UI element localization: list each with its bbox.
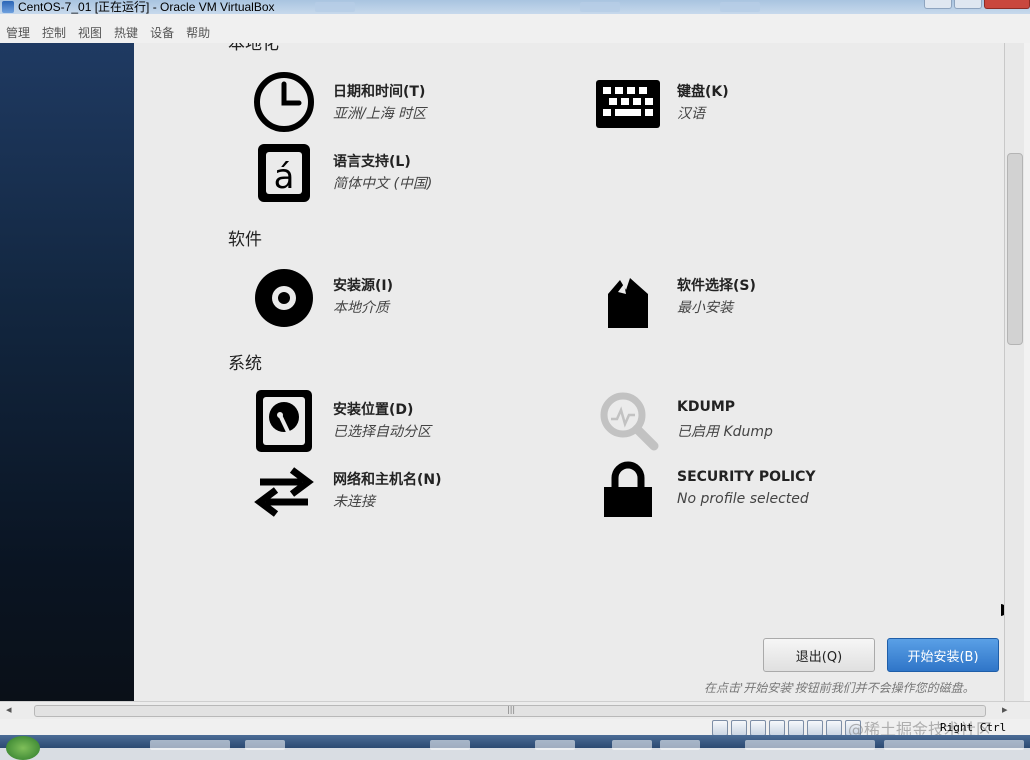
spoke-software-selection-title: 软件选择(S) bbox=[677, 278, 756, 294]
spoke-keyboard-status: 汉语 bbox=[677, 106, 705, 122]
keyboard-icon bbox=[596, 80, 660, 128]
spoke-datetime-status: 亚洲/上海 时区 bbox=[333, 106, 427, 122]
quit-button[interactable]: 退出(Q) bbox=[763, 638, 875, 672]
scroll-right-icon[interactable]: ▸ bbox=[1002, 703, 1008, 716]
taskbar-item[interactable] bbox=[535, 740, 575, 750]
close-button[interactable] bbox=[984, 0, 1030, 9]
device-status-icons bbox=[712, 720, 861, 736]
optical-drive-status-icon[interactable] bbox=[731, 720, 747, 736]
horizontal-scrollbar-thumb[interactable]: ||| bbox=[34, 705, 986, 717]
spoke-kdump-title: KDUMP bbox=[677, 399, 736, 415]
spoke-install-source-status: 本地介质 bbox=[333, 300, 389, 316]
disc-icon bbox=[255, 269, 313, 327]
package-icon bbox=[608, 278, 648, 328]
title-bar-decoration bbox=[315, 2, 355, 12]
menu-devices[interactable]: 设备 bbox=[144, 14, 180, 43]
title-bar-decoration bbox=[720, 2, 760, 12]
section-localization: 本地化 bbox=[228, 43, 279, 54]
spoke-network-status: 未连接 bbox=[333, 494, 375, 510]
vertical-scrollbar-thumb[interactable] bbox=[1007, 153, 1023, 345]
harddisk-status-icon[interactable] bbox=[712, 720, 728, 736]
svg-text:á: á bbox=[274, 157, 295, 197]
window-title: CentOS-7_01 [正在运行] - Oracle VM VirtualBo… bbox=[18, 0, 275, 14]
menu-hotkey[interactable]: 热键 bbox=[108, 14, 144, 43]
taskbar-item[interactable] bbox=[430, 740, 470, 750]
spoke-install-source-title: 安装源(I) bbox=[333, 278, 394, 294]
spoke-datetime-title: 日期和时间(T) bbox=[333, 84, 426, 100]
menu-manage[interactable]: 管理 bbox=[0, 14, 36, 43]
audio-status-icon[interactable] bbox=[750, 720, 766, 736]
title-bar-decoration bbox=[580, 2, 620, 12]
menu-help[interactable]: 帮助 bbox=[180, 14, 216, 43]
taskbar-item[interactable] bbox=[884, 740, 1024, 750]
spoke-security-policy-title: SECURITY POLICY bbox=[677, 469, 816, 485]
maximize-button[interactable] bbox=[954, 0, 982, 9]
usb-status-icon[interactable] bbox=[788, 720, 804, 736]
right-edge bbox=[1024, 43, 1030, 701]
window-controls bbox=[924, 0, 1030, 9]
menu-view[interactable]: 视图 bbox=[72, 14, 108, 43]
menu-control[interactable]: 控制 bbox=[36, 14, 72, 43]
minimize-button[interactable] bbox=[924, 0, 952, 9]
harddisk-icon bbox=[256, 390, 312, 452]
section-software: 软件 bbox=[228, 230, 262, 250]
taskbar-item[interactable] bbox=[150, 740, 230, 750]
taskbar-item[interactable] bbox=[660, 740, 700, 750]
taskbar-item[interactable] bbox=[245, 740, 285, 750]
network-status-icon[interactable] bbox=[769, 720, 785, 736]
shared-folder-status-icon[interactable] bbox=[807, 720, 823, 736]
installer-sidebar bbox=[0, 43, 134, 701]
vm-status-bar: @稀土掘金技术社区 Right Ctrl bbox=[0, 719, 1030, 739]
disk-warning-note: 在点击'开始安装'按钮前我们并不会操作您的磁盘。 bbox=[704, 681, 975, 695]
host-key-label: Right Ctrl bbox=[940, 721, 1007, 734]
vm-menu-bar: 管理 控制 视图 热键 设备 帮助 bbox=[0, 14, 1030, 44]
clock-icon bbox=[254, 72, 314, 132]
virtualbox-app-icon bbox=[2, 1, 14, 13]
vertical-scrollbar[interactable] bbox=[1004, 43, 1024, 701]
network-arrows-icon bbox=[254, 467, 314, 517]
spoke-security-policy-status: No profile selected bbox=[677, 491, 809, 507]
window-title-bar[interactable]: CentOS-7_01 [正在运行] - Oracle VM VirtualBo… bbox=[0, 0, 1030, 14]
spoke-keyboard-title: 键盘(K) bbox=[677, 84, 729, 100]
search-icon bbox=[600, 392, 659, 451]
installation-summary-panel: 本地化 日期和时间(T) 亚洲/上海 时区 键盘(K) 汉语 á 语言支持(L) bbox=[134, 43, 1004, 701]
scrollbar-grip-icon: ||| bbox=[507, 705, 516, 714]
section-system: 系统 bbox=[228, 354, 262, 374]
lock-icon bbox=[604, 461, 652, 517]
spoke-software-selection-status: 最小安装 bbox=[677, 300, 733, 316]
spoke-kdump-status: 已启用 Kdump bbox=[677, 424, 773, 440]
spoke-install-destination-title: 安装位置(D) bbox=[333, 402, 414, 418]
taskbar-item[interactable] bbox=[745, 740, 875, 750]
taskbar-item[interactable] bbox=[612, 740, 652, 750]
display-status-icon[interactable] bbox=[826, 720, 842, 736]
start-orb-icon[interactable] bbox=[6, 736, 40, 760]
language-icon: á bbox=[258, 144, 310, 202]
scroll-left-icon[interactable]: ◂ bbox=[6, 703, 12, 716]
spoke-network-title: 网络和主机名(N) bbox=[333, 472, 442, 488]
spoke-install-destination-status: 已选择自动分区 bbox=[333, 424, 431, 440]
spoke-language-title: 语言支持(L) bbox=[333, 154, 411, 170]
windows-taskbar bbox=[0, 735, 1030, 760]
begin-installation-button[interactable]: 开始安装(B) bbox=[887, 638, 999, 672]
spoke-language-status: 简体中文 (中国) bbox=[333, 176, 433, 192]
